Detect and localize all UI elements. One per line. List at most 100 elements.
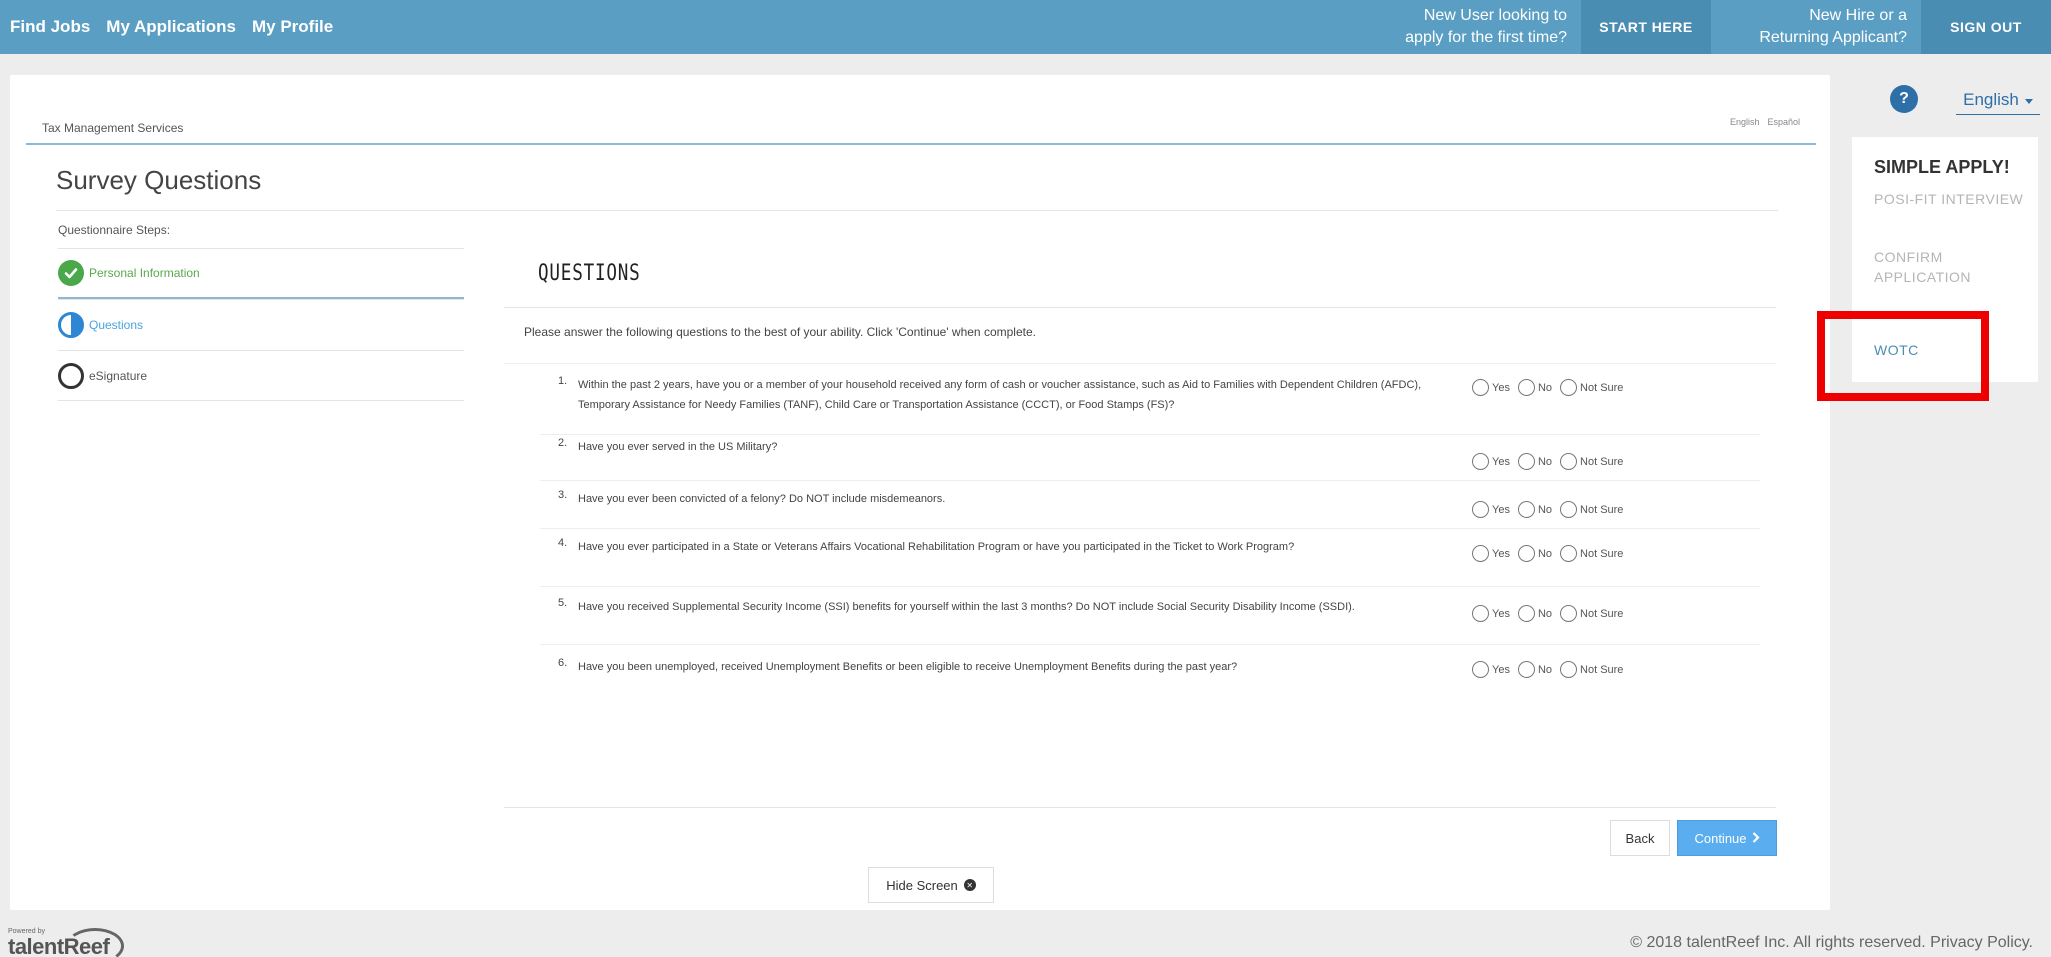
top-bar: Find Jobs My Applications My Profile New… [0, 0, 2051, 54]
radio-button[interactable] [1472, 661, 1489, 678]
question-number: 6. [558, 657, 568, 669]
divider [504, 807, 1776, 808]
question-row: 4. Have you ever participated in a State… [540, 533, 1760, 587]
highlight-box [1817, 311, 1989, 401]
radio-button[interactable] [1560, 545, 1578, 562]
help-icon[interactable]: ? [1890, 85, 1918, 113]
lang-english-link[interactable]: English [1730, 117, 1760, 127]
language-select[interactable]: English [1956, 85, 2040, 115]
question-number: 4. [558, 537, 568, 549]
logo-swirl-icon [66, 928, 124, 957]
radio-button[interactable] [1560, 605, 1578, 622]
answer-options: Yes No Not Sure [1472, 661, 1623, 678]
radio-button[interactable] [1517, 501, 1535, 518]
divider [504, 307, 1776, 308]
option-not-sure[interactable]: Not Sure [1560, 379, 1623, 396]
sidebar-item-posi-fit-interview[interactable]: POSI-FIT INTERVIEW [1874, 189, 2024, 209]
question-row: 5. Have you received Supplemental Securi… [540, 591, 1760, 645]
caret-down-icon [2024, 90, 2033, 110]
top-nav: Find Jobs My Applications My Profile [10, 0, 333, 54]
radio-button[interactable] [1517, 605, 1535, 622]
answer-options: Yes No Not Sure [1472, 501, 1623, 518]
divider [504, 363, 1776, 364]
step-esignature[interactable]: eSignature [58, 350, 464, 401]
radio-button[interactable] [1517, 661, 1535, 678]
question-row: 2. Have you ever served in the US Milita… [540, 437, 1760, 481]
option-no[interactable]: No [1517, 605, 1552, 622]
option-not-sure[interactable]: Not Sure [1560, 605, 1623, 622]
answer-options: Yes No Not Sure [1472, 453, 1623, 470]
option-yes[interactable]: Yes [1472, 605, 1510, 622]
header-language-links: English Español [1730, 117, 1800, 127]
option-yes[interactable]: Yes [1472, 379, 1510, 396]
radio-button[interactable] [1517, 453, 1535, 470]
continue-label: Continue [1694, 830, 1747, 846]
option-yes[interactable]: Yes [1472, 453, 1510, 470]
option-not-sure[interactable]: Not Sure [1560, 501, 1623, 518]
option-yes[interactable]: Yes [1472, 545, 1510, 562]
question-number: 2. [558, 437, 568, 449]
radio-button[interactable] [1560, 379, 1578, 396]
sidebar-item-confirm-application[interactable]: CONFIRM APPLICATION [1874, 247, 2024, 287]
step-label: Questions [89, 318, 144, 332]
questions-heading: QUESTIONS [538, 261, 641, 286]
question-text: Have you ever participated in a State or… [578, 541, 1295, 553]
option-no[interactable]: No [1517, 545, 1552, 562]
radio-button[interactable] [1472, 379, 1489, 396]
option-not-sure[interactable]: Not Sure [1560, 545, 1623, 562]
half-circle-icon [58, 312, 84, 338]
step-label: Personal Information [89, 266, 200, 280]
question-text: Have you been unemployed, received Unemp… [578, 661, 1238, 673]
answer-options: Yes No Not Sure [1472, 379, 1623, 396]
language-select-value: English [1963, 89, 2019, 109]
hide-icon: ✕ [963, 879, 976, 891]
question-text: Have you ever been convicted of a felony… [578, 493, 946, 505]
option-no[interactable]: No [1517, 661, 1552, 678]
question-number: 1. [558, 375, 568, 387]
new-user-text: New User looking to apply for the first … [1405, 7, 1567, 46]
radio-button[interactable] [1560, 453, 1578, 470]
continue-button[interactable]: Continue [1677, 820, 1777, 856]
radio-button[interactable] [1472, 605, 1489, 622]
question-text: Have you ever served in the US Military? [578, 441, 778, 453]
answer-options: Yes No Not Sure [1472, 605, 1623, 622]
radio-button[interactable] [1472, 545, 1489, 562]
questions-instructions: Please answer the following questions to… [524, 325, 1036, 339]
answer-options: Yes No Not Sure [1472, 545, 1623, 562]
employer-name: Tax Management Services [42, 121, 184, 135]
step-personal-information[interactable]: Personal Information [58, 248, 464, 299]
option-not-sure[interactable]: Not Sure [1560, 661, 1623, 678]
option-yes[interactable]: Yes [1472, 501, 1510, 518]
radio-button[interactable] [1560, 661, 1578, 678]
simple-apply-title: SIMPLE APPLY! [1874, 157, 2010, 177]
lang-espanol-link[interactable]: Español [1767, 117, 1800, 127]
questionnaire-steps: Personal Information Questions eSignatur… [58, 248, 464, 401]
radio-button[interactable] [1472, 453, 1489, 470]
option-yes[interactable]: Yes [1472, 661, 1510, 678]
question-text: Have you received Supplemental Security … [578, 601, 1355, 613]
question-number: 5. [558, 597, 568, 609]
sign-out-button[interactable]: SIGN OUT [1921, 0, 2051, 54]
radio-button[interactable] [1517, 379, 1535, 396]
nav-find-jobs[interactable]: Find Jobs [10, 17, 90, 37]
main-panel: Tax Management Services English Español … [10, 75, 1830, 910]
hide-screen-label: Hide Screen [886, 877, 958, 893]
top-bar-actions: New User looking to apply for the first … [1391, 0, 2051, 54]
option-no[interactable]: No [1517, 379, 1552, 396]
new-hire-text: New Hire or a Returning Applicant? [1759, 7, 1907, 46]
radio-button[interactable] [1517, 545, 1535, 562]
radio-button[interactable] [1560, 501, 1578, 518]
radio-button[interactable] [1472, 501, 1489, 518]
option-no[interactable]: No [1517, 501, 1552, 518]
back-button[interactable]: Back [1610, 820, 1670, 856]
start-here-button[interactable]: START HERE [1581, 0, 1711, 54]
option-no[interactable]: No [1517, 453, 1552, 470]
empty-circle-icon [58, 362, 84, 389]
hide-screen-button[interactable]: Hide Screen ✕ [868, 867, 994, 903]
step-label: eSignature [89, 368, 148, 383]
nav-my-applications[interactable]: My Applications [106, 17, 236, 37]
step-questions[interactable]: Questions [58, 299, 464, 350]
nav-my-profile[interactable]: My Profile [252, 17, 333, 37]
option-not-sure[interactable]: Not Sure [1560, 453, 1623, 470]
question-number: 3. [558, 489, 568, 501]
